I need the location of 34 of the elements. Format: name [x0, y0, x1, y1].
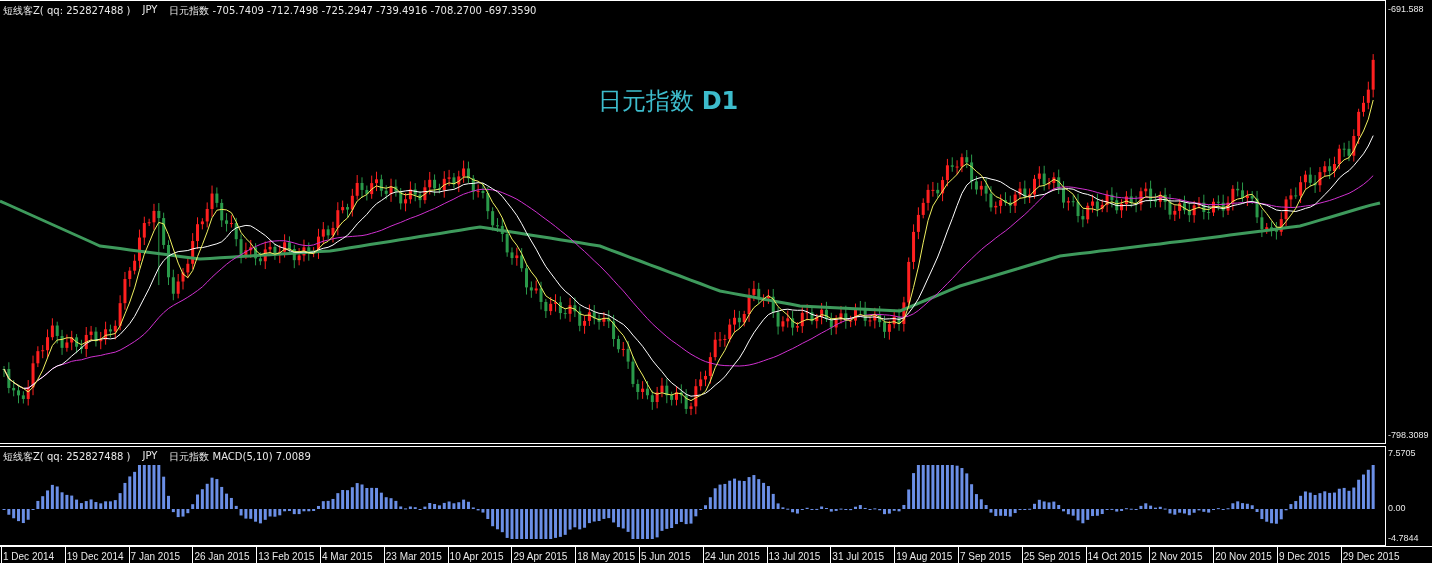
date-label: 20 Nov 2015 — [1213, 547, 1277, 563]
chart-info-text: 短线客Z( qq: 252827488 ) — [3, 4, 131, 18]
date-label: 23 Mar 2015 — [383, 547, 448, 563]
date-label: 7 Sep 2015 — [957, 547, 1022, 563]
price-label: -691.588 — [1388, 4, 1424, 14]
date-label: 29 Apr 2015 — [511, 547, 576, 563]
indicator-info-text: 短线客Z( qq: 252827488 ) — [3, 450, 131, 464]
date-label: 13 Feb 2015 — [256, 547, 320, 563]
date-label: 18 May 2015 — [575, 547, 639, 563]
chart-title: 日元指数 D1 — [598, 86, 739, 117]
chart-info-text: JPY — [142, 4, 158, 17]
date-label: 10 Apr 2015 — [447, 547, 512, 563]
chart-info-text: 日元指数 -705.7409 -712.7498 -725.2947 -739.4916 -708.2700 -697.3590 — [169, 4, 537, 18]
date-label: 14 Oct 2015 — [1085, 547, 1150, 563]
macd-label: 0.00 — [1388, 503, 1406, 513]
date-label: 2 Nov 2015 — [1149, 547, 1214, 563]
date-label: 29 Dec 2015 — [1340, 547, 1405, 563]
date-label: 26 Jan 2015 — [192, 547, 257, 563]
date-label: 31 Jul 2015 — [830, 547, 895, 563]
date-label: 13 Jul 2015 — [766, 547, 831, 563]
date-label: 1 Dec 2014 — [1, 547, 65, 563]
indicator-info-text: JPY — [142, 450, 158, 463]
date-label: 9 Dec 2015 — [1276, 547, 1341, 563]
date-label: 19 Dec 2014 — [64, 547, 129, 563]
indicator-info-text: 日元指数 MACD(5,10) 7.0089 — [169, 450, 311, 464]
date-label: 4 Mar 2015 — [320, 547, 384, 563]
date-label: 25 Sep 2015 — [1021, 547, 1086, 563]
date-label: 19 Aug 2015 — [894, 547, 958, 563]
date-label: 7 Jan 2015 — [128, 547, 193, 563]
macd-label: -4.7844 — [1388, 533, 1419, 543]
macd-label: 7.5705 — [1388, 448, 1416, 458]
price-label: -798.3089 — [1388, 430, 1429, 440]
date-label: 5 Jun 2015 — [638, 547, 703, 563]
date-label: 24 Jun 2015 — [702, 547, 767, 563]
